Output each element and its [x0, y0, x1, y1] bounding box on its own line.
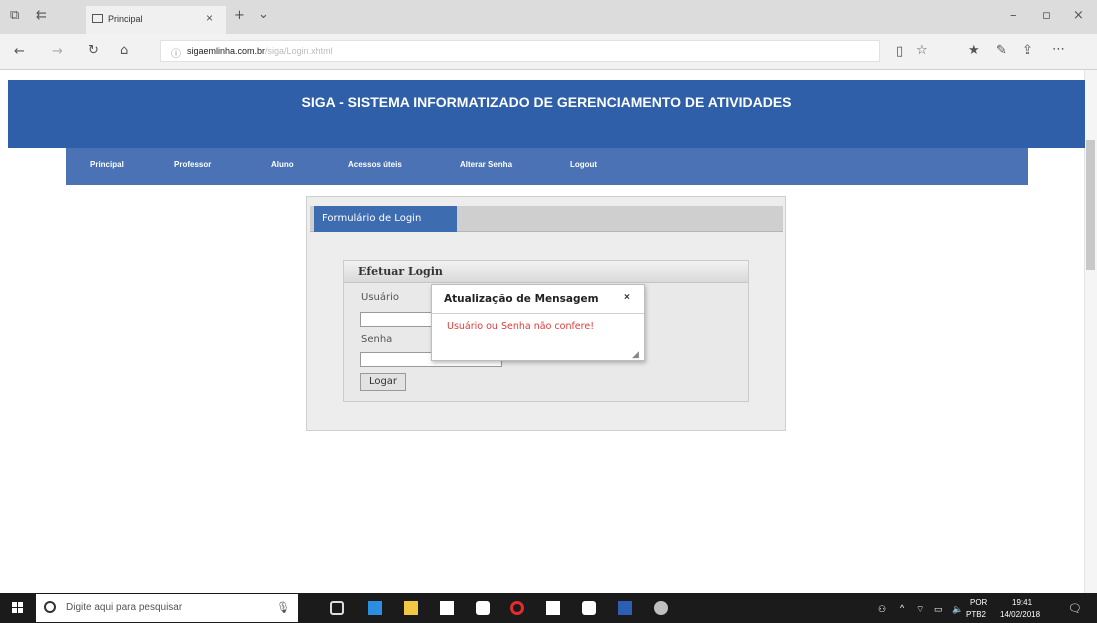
- login-button[interactable]: Logar: [360, 373, 406, 391]
- minimize-icon[interactable]: –: [1010, 8, 1017, 23]
- site-header: SIGA - SISTEMA INFORMATIZADO DE GERENCIA…: [8, 80, 1085, 148]
- language-top[interactable]: POR: [970, 598, 987, 607]
- nav-item-alterar-senha[interactable]: Alterar Senha: [460, 160, 512, 169]
- message-dialog: Atualização de Mensagem × Usuário ou Sen…: [431, 284, 645, 361]
- more-icon[interactable]: ⋯: [1052, 42, 1065, 57]
- edge-browser-icon[interactable]: [368, 601, 382, 615]
- notes-pen-icon[interactable]: ✎: [996, 43, 1007, 58]
- battery-icon[interactable]: ▭: [934, 604, 943, 615]
- dialog-divider: [432, 313, 644, 314]
- document-app-icon[interactable]: [546, 601, 560, 615]
- back-icon[interactable]: ←: [14, 44, 25, 59]
- word-icon[interactable]: [618, 601, 632, 615]
- tray-chevron-icon[interactable]: ^: [900, 603, 904, 613]
- fieldset-title: Efetuar Login: [358, 265, 443, 278]
- tab-actions-icon[interactable]: ⧉: [10, 8, 19, 23]
- tab-dropdown-icon[interactable]: ⌄: [258, 7, 269, 22]
- file-explorer-icon[interactable]: [404, 601, 418, 615]
- fieldset-header: Efetuar Login: [344, 261, 748, 283]
- browser-tab-bar: ⧉ ⇇ Principal × + ⌄ – ▫ ×: [0, 0, 1097, 34]
- people-icon[interactable]: ⚇: [878, 604, 886, 615]
- url-bar[interactable]: ⓘ sigaemlinha.com.br/siga/Login.xhtml: [160, 40, 880, 62]
- app-icon[interactable]: [582, 601, 596, 615]
- task-view-icon[interactable]: [330, 601, 344, 615]
- volume-icon[interactable]: 🔈: [952, 604, 963, 615]
- tab-label: Formulário de Login: [322, 213, 422, 224]
- username-label: Usuário: [361, 292, 400, 303]
- taskbar-search[interactable]: Digite aqui para pesquisar 🎙: [36, 594, 298, 622]
- nav-item-professor[interactable]: Professor: [174, 160, 211, 169]
- dialog-close-icon[interactable]: ×: [624, 292, 630, 303]
- opera-icon[interactable]: [510, 601, 524, 615]
- page-icon: [92, 14, 103, 23]
- network-icon[interactable]: ⌔: [916, 604, 924, 615]
- tab-preview-icon[interactable]: ⇇: [36, 8, 47, 23]
- clock-time[interactable]: 19:41: [1012, 598, 1032, 607]
- microphone-icon[interactable]: 🎙: [276, 601, 290, 614]
- search-placeholder: Digite aqui para pesquisar: [66, 602, 183, 613]
- windows-start-icon[interactable]: [12, 602, 24, 614]
- nav-item-acessos-uteis[interactable]: Acessos úteis: [348, 160, 402, 169]
- tab-close-icon[interactable]: ×: [206, 11, 213, 25]
- favorite-star-icon[interactable]: ☆: [916, 43, 928, 58]
- new-tab-icon[interactable]: +: [234, 8, 245, 23]
- tab-login-form[interactable]: Formulário de Login: [314, 206, 457, 232]
- favorites-hub-icon[interactable]: ★: [968, 43, 980, 58]
- refresh-icon[interactable]: ↻: [88, 43, 99, 58]
- reading-view-icon[interactable]: ▯: [896, 44, 903, 59]
- password-label: Senha: [361, 334, 393, 345]
- language-bottom[interactable]: PTB2: [966, 610, 986, 619]
- home-icon[interactable]: ⌂: [120, 43, 128, 58]
- store-icon[interactable]: [440, 601, 454, 615]
- share-icon[interactable]: ⇪: [1022, 43, 1033, 58]
- nav-item-logout[interactable]: Logout: [570, 160, 597, 169]
- mail-icon[interactable]: [476, 601, 490, 615]
- nav-item-principal[interactable]: Principal: [90, 160, 124, 169]
- main-nav: Principal Professor Aluno Acessos úteis …: [66, 148, 1028, 185]
- forward-icon[interactable]: →: [52, 44, 63, 59]
- url-path: /siga/Login.xhtml: [265, 46, 333, 56]
- clock-date[interactable]: 14/02/2018: [1000, 610, 1040, 619]
- dialog-title: Atualização de Mensagem: [444, 293, 599, 305]
- notifications-icon[interactable]: 🗨: [1068, 602, 1082, 615]
- site-title: SIGA - SISTEMA INFORMATIZADO DE GERENCIA…: [301, 94, 792, 110]
- scrollbar-thumb[interactable]: [1086, 140, 1095, 270]
- cortana-icon: [44, 601, 56, 613]
- window-close-icon[interactable]: ×: [1073, 8, 1084, 23]
- url-domain: sigaemlinha.com.br: [187, 46, 266, 56]
- error-message: Usuário ou Senha não confere!: [447, 321, 595, 332]
- address-toolbar: ← → ↻ ⌂ ⓘ sigaemlinha.com.br/siga/Login.…: [0, 34, 1097, 70]
- info-icon: ⓘ: [171, 49, 181, 60]
- maximize-icon[interactable]: ▫: [1042, 8, 1051, 23]
- browser-tab[interactable]: Principal ×: [86, 6, 226, 34]
- nav-item-aluno[interactable]: Aluno: [271, 160, 294, 169]
- tab-title: Principal: [108, 14, 143, 24]
- settings-app-icon[interactable]: [654, 601, 668, 615]
- resize-grip-icon[interactable]: ◢: [632, 349, 639, 360]
